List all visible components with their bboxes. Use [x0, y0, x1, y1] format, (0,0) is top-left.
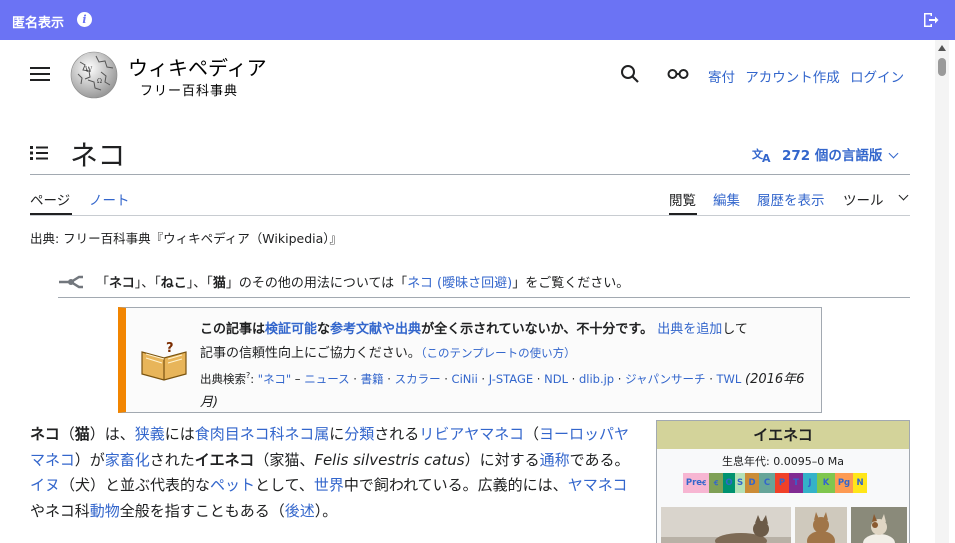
- citation-needed-notice: ? この記事は検証可能な参考文献や出典が全く示されていないか、不十分です。 出典…: [118, 307, 822, 413]
- add-source-link[interactable]: 出典を追加: [657, 322, 722, 337]
- tabs-divider: [30, 215, 910, 216]
- timeline-period[interactable]: S: [735, 473, 745, 493]
- hatnote: 「ネコ」、「ねこ」、「猫」のその他の用法については「ネコ (曖昧さ回避)」をご覧…: [58, 272, 629, 291]
- search-cinii-link[interactable]: CiNii: [452, 372, 478, 386]
- tab-tools[interactable]: ツール: [843, 189, 884, 209]
- lead-paragraph: ネコ（猫）は、狭義には食肉目ネコ科ネコ属に分類されるリビアヤマネコ（ヨーロッパヤ…: [30, 425, 630, 520]
- link-narrow-sense[interactable]: 狭義: [135, 425, 165, 443]
- tab-read[interactable]: 閲覧: [669, 189, 696, 209]
- translate-icon: 文 A: [752, 147, 771, 165]
- link-carnivora[interactable]: 食肉目: [195, 425, 240, 443]
- search-twl-link[interactable]: TWL: [717, 372, 742, 386]
- timeline-period[interactable]: N: [853, 473, 867, 493]
- search-dlib-link[interactable]: dlib.jp: [579, 372, 614, 386]
- search-books-link[interactable]: 書籍: [361, 372, 384, 386]
- svg-text:?: ?: [166, 341, 174, 356]
- link-world[interactable]: 世界: [314, 476, 344, 494]
- taxobox: イエネコ 生息年代: 0.0095–0 Ma Preꞓ ꞓ O S D C P T J K Pg N: [656, 420, 910, 543]
- wikipedia-globe-logo[interactable]: W Ω: [68, 50, 120, 100]
- notice-line-1: この記事は検証可能な参考文献や出典が全く示されていないか、不十分です。 出典を追…: [200, 322, 748, 337]
- tab-talk[interactable]: ノート: [89, 189, 130, 209]
- disambiguation-icon: [59, 275, 83, 289]
- timeline-period[interactable]: O: [723, 473, 735, 493]
- tab-history[interactable]: 履歴を表示: [757, 189, 825, 209]
- search-ndl-link[interactable]: NDL: [544, 372, 568, 386]
- svg-text:Ω: Ω: [97, 78, 102, 85]
- exit-icon[interactable]: [921, 11, 939, 29]
- browser-viewport: W Ω ウィキペディア フリー百科事典 寄付 アカウント作成 ログイン ネコ 文…: [6, 40, 949, 543]
- chevron-down-icon: [888, 148, 899, 159]
- create-account-link[interactable]: アカウント作成: [745, 70, 840, 86]
- scroll-up-arrow-icon[interactable]: [938, 45, 946, 51]
- timeline-period[interactable]: K: [817, 473, 835, 493]
- search-icon[interactable]: [620, 64, 640, 84]
- cat-photo-1[interactable]: [661, 507, 791, 543]
- geologic-timeline: Preꞓ ꞓ O S D C P T J K Pg N: [683, 473, 885, 493]
- search-scholar-link[interactable]: スカラー: [395, 372, 441, 386]
- link-dog[interactable]: イヌ: [30, 476, 60, 494]
- main-menu-icon[interactable]: [30, 67, 50, 81]
- login-link[interactable]: ログイン: [850, 70, 904, 86]
- link-felidae[interactable]: ネコ科: [240, 425, 285, 443]
- link-common-name[interactable]: 通称: [540, 451, 570, 469]
- link-wildcat[interactable]: ヤマネコ: [568, 476, 628, 494]
- donate-link[interactable]: 寄付: [708, 70, 735, 86]
- top-bar: 匿名表示 i: [0, 0, 955, 40]
- language-button[interactable]: 文 A 272 個の言語版: [752, 144, 899, 165]
- notice-line-2: 記事の信頼性向上にご協力ください。（このテンプレートの使い方）: [200, 346, 576, 361]
- cat-photo-3[interactable]: [851, 507, 907, 543]
- link-see-below[interactable]: 後述: [285, 502, 315, 520]
- link-classification[interactable]: 分類: [344, 425, 374, 443]
- info-icon[interactable]: i: [77, 12, 92, 27]
- reading-preferences-icon[interactable]: [667, 67, 689, 81]
- taxobox-title: イエネコ: [657, 421, 909, 449]
- disambiguation-link[interactable]: ネコ (曖昧さ回避): [407, 276, 512, 291]
- language-count: 272 個の言語版: [782, 148, 883, 164]
- article-source: 出典: フリー百科事典『ウィキペディア（Wikipedia）』: [30, 231, 343, 246]
- timeline-period[interactable]: J: [803, 473, 817, 493]
- page-title: ネコ: [70, 139, 126, 172]
- timeline-period[interactable]: D: [745, 473, 759, 493]
- anonymous-view-label: 匿名表示: [12, 16, 65, 31]
- site-wordmark[interactable]: ウィキペディア: [128, 52, 267, 81]
- scrollbar-thumb[interactable]: [938, 58, 946, 76]
- hatnote-divider: [58, 297, 910, 298]
- tab-edit[interactable]: 編集: [713, 189, 740, 209]
- table-of-contents-icon[interactable]: [30, 144, 50, 162]
- timeline-period[interactable]: P: [775, 473, 789, 493]
- timeline-period[interactable]: Pg: [835, 473, 853, 493]
- timeline-period[interactable]: T: [789, 473, 803, 493]
- link-animal[interactable]: 動物: [90, 502, 120, 520]
- references-link[interactable]: 参考文献や出典: [330, 322, 421, 337]
- book-question-icon: ?: [141, 341, 187, 381]
- timeline-period[interactable]: Preꞓ: [683, 473, 709, 493]
- timeline-period[interactable]: ꞓ: [709, 473, 723, 493]
- link-african-wildcat[interactable]: リビアヤマネコ: [419, 425, 524, 443]
- fossil-range: 生息年代: 0.0095–0 Ma: [722, 455, 844, 468]
- svg-text:A: A: [762, 152, 771, 163]
- search-news-link[interactable]: ニュース: [304, 372, 349, 386]
- divider: [30, 174, 910, 175]
- user-links: 寄付 アカウント作成 ログイン: [708, 66, 910, 86]
- tools-chevron-down-icon[interactable]: [898, 190, 909, 201]
- link-pet[interactable]: ペット: [210, 476, 255, 494]
- cat-photo-2[interactable]: [795, 507, 847, 543]
- svg-text:W: W: [85, 66, 93, 74]
- tab-page[interactable]: ページ: [30, 189, 70, 209]
- link-felis[interactable]: ネコ属: [285, 425, 330, 443]
- template-usage-link[interactable]: （このテンプレートの使い方）: [421, 346, 576, 360]
- vertical-scrollbar[interactable]: [935, 40, 949, 543]
- link-domestication[interactable]: 家畜化: [105, 451, 150, 469]
- search-japansearch-link[interactable]: ジャパンサーチ: [625, 372, 706, 386]
- search-jstage-link[interactable]: J-STAGE: [489, 372, 533, 386]
- verifiability-link[interactable]: 検証可能: [265, 322, 317, 337]
- source-search-line: 出典検索?: "ネコ" – ニュース · 書籍 · スカラー · CiNii ·…: [200, 371, 805, 410]
- site-tagline: フリー百科事典: [140, 84, 239, 99]
- timeline-period[interactable]: C: [759, 473, 775, 493]
- search-query-link[interactable]: "ネコ": [258, 372, 291, 386]
